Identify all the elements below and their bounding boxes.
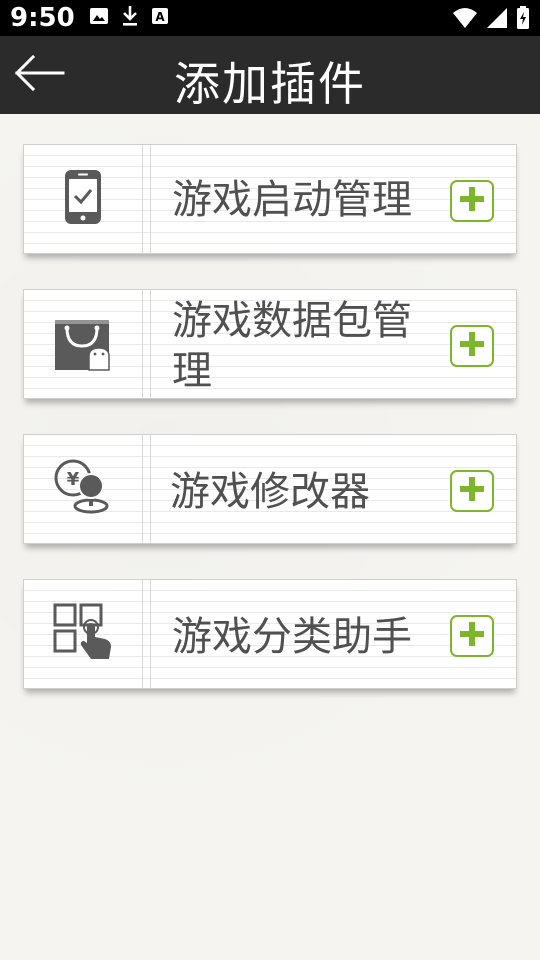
download-icon	[121, 5, 139, 31]
page-title: 添加插件	[174, 57, 366, 111]
shopping-bag-android-icon	[53, 312, 113, 376]
text-a-icon: A	[151, 7, 169, 29]
svg-text:¥: ¥	[67, 469, 80, 490]
cell-signal-icon	[486, 7, 508, 33]
phone-check-icon	[63, 168, 103, 230]
plugin-name: 游戏数据包管理	[172, 298, 412, 394]
image-icon	[89, 7, 109, 29]
plugin-card-launch-manager[interactable]: 游戏启动管理	[23, 144, 517, 254]
app-bar: 添加插件	[0, 36, 540, 114]
plugin-name: 游戏修改器	[170, 469, 370, 515]
plugin-card-data-pack-manager[interactable]: 游戏数据包管理	[23, 289, 517, 399]
plugin-card-category-assistant[interactable]: 游戏分类助手	[23, 579, 517, 689]
add-plugin-button[interactable]	[450, 470, 494, 512]
status-time: 9:50	[10, 3, 75, 33]
coin-joystick-icon: ¥	[53, 458, 113, 520]
plus-icon	[458, 185, 486, 217]
plus-icon	[458, 620, 486, 652]
grid-hand-icon	[53, 603, 113, 665]
plus-icon	[458, 475, 486, 507]
svg-text:A: A	[155, 10, 165, 24]
add-plugin-button[interactable]	[450, 180, 494, 222]
plus-icon	[458, 330, 486, 362]
plugin-card-game-modifier[interactable]: ¥ 游戏修改器	[23, 434, 517, 544]
add-plugin-button[interactable]	[450, 325, 494, 367]
battery-icon	[516, 6, 530, 34]
plugin-list: 游戏启动管理 游戏数据包管理 ¥ 游戏修改器 游戏分类助手	[0, 114, 540, 960]
wifi-icon	[452, 7, 478, 33]
plugin-name: 游戏分类助手	[172, 614, 412, 660]
plugin-name: 游戏启动管理	[172, 177, 412, 223]
add-plugin-button[interactable]	[450, 615, 494, 657]
status-bar: 9:50 A	[0, 0, 540, 36]
